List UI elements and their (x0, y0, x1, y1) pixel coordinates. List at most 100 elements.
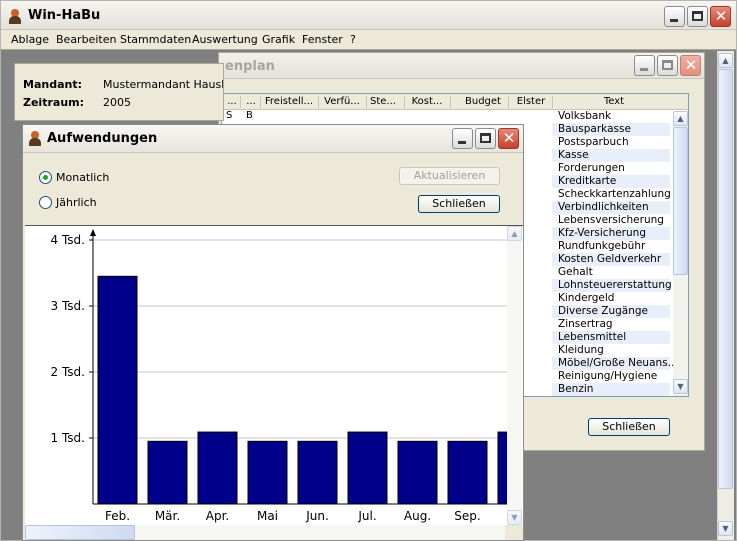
scroll-up-icon[interactable]: ▲ (718, 53, 733, 68)
x-tick-label: Mär. (155, 509, 180, 523)
x-tick-label: Jun. (305, 509, 329, 523)
row-text: Scheckkartenzahlung (558, 188, 671, 200)
window-person-icon (27, 130, 43, 146)
aufwendungen-maximize-button[interactable] (475, 128, 496, 149)
maximize-button[interactable] (687, 6, 708, 27)
row-text: Kfz-Versicherung (558, 227, 646, 239)
menu-help[interactable]: ? (350, 33, 356, 46)
row-text: Kasse (558, 149, 589, 161)
minimize-icon (670, 19, 678, 22)
radio-monthly-circle[interactable] (39, 171, 52, 184)
kontenplan-scrollbar[interactable]: ▲ ▼ (673, 111, 688, 396)
radio-monthly-label[interactable]: Monatlich (56, 171, 109, 184)
scroll-up-icon[interactable]: ▲ (673, 111, 688, 126)
row-text: Rundfunkgebühr (558, 240, 646, 252)
row-flag: B (246, 110, 253, 121)
bar (397, 440, 438, 505)
scroll-thumb[interactable] (673, 127, 688, 275)
aufwendungen-window: Aufwendungen ✕ Monatlich Jährlich Aktual… (22, 124, 524, 541)
close-button[interactable]: ✕ (710, 6, 731, 27)
zeitraum-value: 2005 (103, 96, 131, 109)
main-title-bar[interactable]: Win-HaBu ✕ (1, 1, 736, 30)
row-text: Gehalt (558, 266, 593, 278)
aufwendungen-close-button[interactable]: ✕ (498, 128, 519, 149)
maximize-icon (692, 11, 703, 21)
radio-yearly-label[interactable]: Jährlich (56, 196, 97, 209)
row-text: Bausparkasse (558, 123, 631, 135)
aufwendungen-title-bar[interactable]: Aufwendungen ✕ (23, 125, 523, 153)
kontenplan-close-button[interactable]: ✕ (680, 55, 701, 76)
col-header[interactable]: Freistell... (264, 96, 314, 107)
scroll-down-icon[interactable]: ▼ (507, 510, 522, 525)
aufwendungen-title: Aufwendungen (47, 131, 158, 146)
row-text: Kleidung (558, 344, 604, 356)
col-header[interactable]: Text (554, 96, 674, 107)
scroll-up-icon[interactable]: ▲ (507, 226, 522, 241)
y-axis-arrow-icon (90, 229, 96, 236)
row-text: Kosten Geldverkehr (558, 253, 662, 265)
table-row[interactable]: S B Volksbank (222, 110, 672, 123)
y-tick-label: 2 Tsd. (51, 365, 85, 379)
bar (247, 440, 288, 505)
bar (447, 440, 488, 505)
menu-fenster[interactable]: Fenster (302, 33, 343, 46)
row-text: Kindergeld (558, 292, 615, 304)
x-tick-label: Jul. (357, 509, 376, 523)
bar (147, 440, 188, 505)
col-header[interactable]: ... (244, 96, 258, 107)
app-title: Win-HaBu (28, 8, 101, 23)
menu-grafik[interactable]: Grafik (262, 33, 295, 46)
row-text: Reinigung/Hygiene (558, 370, 658, 382)
close-icon: ✕ (684, 56, 698, 74)
zeitraum-label: Zeitraum: (23, 96, 85, 109)
col-header[interactable]: ... (226, 96, 238, 107)
scroll-down-icon[interactable]: ▼ (718, 521, 733, 536)
expense-chart: 1 Tsd. 2 Tsd. 3 Tsd. 4 Tsd. Feb. Mär. Apr. Mai J… (25, 225, 523, 525)
row-text: Volksbank (558, 110, 612, 122)
aufwendungen-close-dialog-button[interactable]: Schließen (418, 195, 500, 213)
menu-bearbeiten[interactable]: Bearbeiten (56, 33, 116, 46)
row-text: Lohnsteuererstattung (558, 279, 672, 291)
bar (347, 431, 388, 505)
scroll-thumb[interactable] (25, 525, 135, 540)
scroll-down-icon[interactable]: ▼ (673, 379, 688, 394)
x-tick-label: Mai (257, 509, 278, 523)
menu-stammdaten[interactable]: Stammdaten (120, 33, 191, 46)
col-header[interactable]: Ste... (368, 96, 398, 107)
aufwendungen-minimize-button[interactable] (452, 128, 473, 149)
x-tick-label: Feb. (105, 509, 130, 523)
row-text: Diverse Zugänge (558, 305, 648, 317)
bar (497, 431, 507, 505)
chart-vertical-scrollbar[interactable]: ▲ ▼ (507, 226, 522, 525)
menu-auswertung[interactable]: Auswertung (192, 33, 258, 46)
row-text: Benzin (558, 383, 594, 395)
minimize-button[interactable] (664, 6, 685, 27)
scroll-thumb[interactable] (718, 69, 733, 489)
table-header: ... ... Freistell... Verfü... Ste... Kos… (222, 94, 688, 110)
refresh-button[interactable]: Aktualisieren (399, 167, 500, 185)
x-tick-label: Sep. (454, 509, 480, 523)
col-header[interactable]: Elster (512, 96, 550, 107)
col-header[interactable]: Verfü... (322, 96, 362, 107)
kontenplan-minimize-button[interactable] (634, 55, 655, 76)
menu-bar: Ablage Bearbeiten Stammdaten Auswertung … (1, 30, 736, 50)
bar (97, 275, 138, 505)
chart-canvas: 1 Tsd. 2 Tsd. 3 Tsd. 4 Tsd. Feb. Mär. Apr. Mai J… (51, 229, 507, 523)
col-header[interactable]: Kost... (408, 96, 446, 107)
col-header[interactable]: Budget (458, 96, 508, 107)
workspace-scrollbar[interactable]: ▲ ▼ (717, 51, 734, 540)
row-text: Zinsertrag (558, 318, 613, 330)
close-icon: ✕ (502, 129, 516, 147)
kontenplan-maximize-button[interactable] (657, 55, 678, 76)
x-tick-label: Aug. (404, 509, 431, 523)
maximize-icon (480, 133, 491, 143)
mandant-info-panel: Mandant: Mustermandant Haushalt Zeitraum… (14, 63, 224, 121)
kontenplan-title-bar[interactable]: enplan ✕ (219, 53, 704, 79)
menu-ablage[interactable]: Ablage (11, 33, 49, 46)
kontenplan-close-dialog-button[interactable]: Schließen (588, 418, 670, 436)
radio-yearly-circle[interactable] (39, 196, 52, 209)
chart-horizontal-scrollbar[interactable] (25, 525, 505, 540)
minimize-icon (458, 141, 466, 144)
x-tick-label: Apr. (206, 509, 229, 523)
radio-selected-dot (43, 175, 48, 180)
